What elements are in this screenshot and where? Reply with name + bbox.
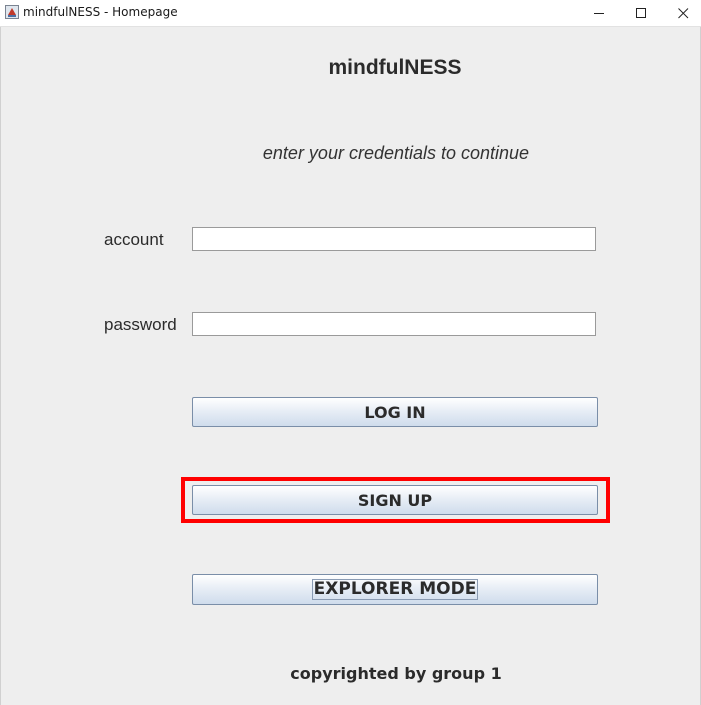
copyright-footer: copyrighted by group 1	[290, 664, 502, 683]
close-icon	[677, 7, 688, 18]
maximize-button[interactable]	[619, 0, 663, 26]
window-title: mindfulNESS - Homepage	[23, 5, 178, 19]
close-button[interactable]	[661, 0, 701, 26]
maximize-icon	[635, 7, 646, 18]
signup-button[interactable]: SIGN UP	[192, 485, 598, 515]
window-border-left	[0, 27, 1, 705]
password-field[interactable]	[192, 312, 596, 336]
minimize-button[interactable]	[577, 0, 621, 26]
signup-button-label: SIGN UP	[357, 490, 433, 510]
password-label: password	[104, 315, 177, 334]
minimize-icon	[593, 12, 604, 14]
window-titlebar: mindfulNESS - Homepage	[0, 0, 701, 27]
explorer-mode-button-label: EXPLORER MODE	[311, 579, 479, 600]
explorer-mode-button[interactable]: EXPLORER MODE	[192, 574, 598, 605]
login-button[interactable]: LOG IN	[192, 397, 598, 427]
credentials-prompt: enter your credentials to continue	[262, 143, 530, 163]
login-button-label: LOG IN	[364, 402, 426, 422]
java-app-icon	[5, 5, 19, 19]
account-field[interactable]	[192, 227, 596, 251]
app-heading: mindfulNESS	[328, 56, 462, 79]
account-label: account	[104, 230, 164, 249]
